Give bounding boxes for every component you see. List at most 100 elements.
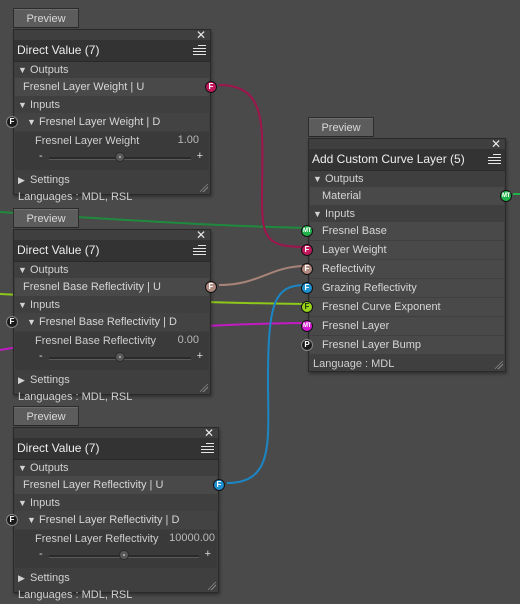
input-row-fresnel-base[interactable]: Fresnel Base MT [301,222,504,240]
increment-icon[interactable]: + [205,548,211,560]
output-row[interactable]: Fresnel Layer Weight | U F [15,78,217,96]
expand-icon: ▼ [18,498,27,508]
float-input-port[interactable]: F [301,282,313,294]
inputs-section[interactable]: ▼ Inputs [14,495,218,511]
direct-value-node-layer-reflectivity[interactable]: ✕ Direct Value (7) ▼ Outputs Fresnel Laye… [6,427,225,601]
color-input-port[interactable]: F [301,263,313,275]
input-row-label: Fresnel Curve Exponent [322,301,441,313]
resize-grip-icon[interactable] [200,384,208,392]
direct-value-node-layer-weight[interactable]: ✕ Direct Value (7) ▼ Outputs Fresnel Laye… [6,29,217,203]
float-output-port[interactable]: F [205,81,217,93]
output-row-label: Material [322,190,362,202]
outputs-section[interactable]: ▼ Outputs [309,171,505,187]
preview-button[interactable]: Preview [13,406,79,426]
input-row-reflectivity[interactable]: Reflectivity F [301,260,504,278]
slider-knob[interactable] [115,152,125,162]
node-title-text: Direct Value (7) [17,441,100,455]
output-row[interactable]: Fresnel Layer Reflectivity | U F [15,476,225,494]
output-row[interactable]: Fresnel Base Reflectivity | U F [15,278,217,296]
decrement-icon[interactable]: - [39,350,43,362]
inputs-section[interactable]: ▼ Inputs [309,206,505,222]
wire-layer-weight [218,84,307,248]
expand-icon: ▼ [27,317,36,327]
parameter-value[interactable]: 10000.00 [169,532,215,544]
inputs-section[interactable]: ▼ Inputs [14,97,210,113]
decrement-icon[interactable]: - [39,548,43,560]
increment-icon[interactable]: + [197,150,203,162]
increment-icon[interactable]: + [197,350,203,362]
outputs-section[interactable]: ▼ Outputs [14,62,210,78]
input-row-fresnel-layer-bump[interactable]: Fresnel Layer Bump P [301,336,504,354]
input-row-label: Reflectivity [322,263,376,275]
node-title-text: Direct Value (7) [17,43,100,57]
float-input-port[interactable]: F [301,244,313,256]
value-slider[interactable]: - + [35,150,209,165]
parameter-value[interactable]: 1.00 [178,134,199,146]
value-parameter[interactable]: Fresnel Layer Weight 1.00 - + [15,132,209,170]
outputs-section[interactable]: ▼ Outputs [14,460,218,476]
value-parameter[interactable]: Fresnel Layer Reflectivity 10000.00 - + [15,530,217,568]
input-row-fresnel-layer[interactable]: Fresnel Layer MT [301,317,504,335]
preview-button[interactable]: Preview [13,208,79,228]
inputs-label: Inputs [30,497,60,509]
output-row-label: Fresnel Layer Reflectivity | U [23,479,164,491]
material-output-port[interactable]: MT [500,190,512,202]
output-row-material[interactable]: Material MT [310,187,512,205]
value-slider[interactable]: - + [35,548,217,563]
input-row-label: Fresnel Layer [322,320,390,332]
wire-reflectivity [218,265,307,286]
settings-label: Settings [30,572,70,584]
outputs-section[interactable]: ▼ Outputs [14,262,210,278]
material-input-port[interactable]: MT [301,225,313,237]
float-input-port[interactable]: F [6,316,18,328]
settings-section[interactable]: ▶ Settings [14,172,210,188]
input-row-label: Fresnel Base [322,225,387,237]
settings-section[interactable]: ▶ Settings [14,372,210,388]
input-row[interactable]: ▼ Fresnel Layer Weight | D F [6,113,209,131]
float-input-port[interactable]: F [6,116,18,128]
slider-knob[interactable] [119,550,129,560]
settings-section[interactable]: ▶ Settings [14,570,218,586]
input-row-grazing-reflectivity[interactable]: Grazing Reflectivity F [301,279,504,297]
menu-icon[interactable] [201,441,214,455]
node-title-text: Add Custom Curve Layer (5) [312,152,465,166]
node-title-text: Direct Value (7) [17,243,100,257]
menu-icon[interactable] [193,43,206,57]
float-input-port[interactable]: F [6,514,18,526]
menu-icon[interactable] [488,152,501,166]
input-row[interactable]: ▼ Fresnel Layer Reflectivity | D F [6,511,217,529]
direct-value-node-base-reflectivity[interactable]: ✕ Direct Value (7) ▼ Outputs Fresnel Base… [6,229,217,403]
float-output-port[interactable]: F [213,479,225,491]
value-parameter[interactable]: Fresnel Base Reflectivity 0.00 - + [15,332,209,370]
decrement-icon[interactable]: - [39,150,43,162]
bump-input-port[interactable]: P [301,339,313,351]
input-row-fresnel-curve-exponent[interactable]: Fresnel Curve Exponent F [301,298,504,316]
material-input-port[interactable]: MT [301,320,313,332]
float-input-port[interactable]: F [301,301,313,313]
collapse-icon: ▶ [18,375,25,385]
inputs-section[interactable]: ▼ Inputs [14,297,210,313]
node-title: Add Custom Curve Layer (5) [309,149,505,171]
value-slider[interactable]: - + [35,350,209,365]
node-title: Direct Value (7) [14,240,210,262]
color-output-port[interactable]: F [205,281,217,293]
outputs-label: Outputs [30,462,69,474]
add-custom-curve-layer-node[interactable]: ✕ Add Custom Curve Layer (5) ▼ Outputs Ma… [301,138,512,372]
input-row-layer-weight[interactable]: Layer Weight F [301,241,504,259]
inputs-label: Inputs [30,299,60,311]
settings-label: Settings [30,374,70,386]
resize-grip-icon[interactable] [200,184,208,192]
resize-grip-icon[interactable] [208,582,216,590]
collapse-icon: ▶ [18,573,25,583]
menu-icon[interactable] [193,243,206,257]
outputs-label: Outputs [30,264,69,276]
node-title: Direct Value (7) [14,438,218,460]
slider-knob[interactable] [115,352,125,362]
preview-button[interactable]: Preview [308,117,374,137]
preview-button[interactable]: Preview [13,8,79,28]
resize-grip-icon[interactable] [495,361,503,369]
expand-icon: ▼ [18,265,27,275]
settings-label: Settings [30,174,70,186]
parameter-value[interactable]: 0.00 [178,334,199,346]
input-row[interactable]: ▼ Fresnel Base Reflectivity | D F [6,313,209,331]
